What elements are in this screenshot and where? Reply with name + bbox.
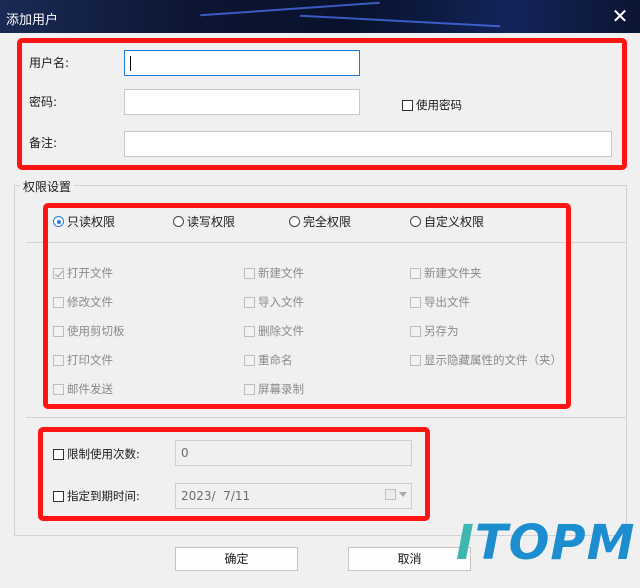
note-label: 备注: (29, 136, 58, 150)
expire-label: 指定到期时间: (67, 489, 140, 503)
checkbox-icon (410, 325, 421, 337)
ok-button[interactable]: 确定 (175, 547, 298, 571)
radio-full[interactable]: 完全权限 (289, 213, 351, 230)
checkbox-icon (53, 383, 64, 395)
checkbox-icon (53, 448, 64, 460)
checkbox-icon (53, 325, 64, 337)
checkbox-icon (244, 296, 255, 308)
checkbox-new-file[interactable]: 新建文件 (244, 265, 304, 281)
group-border-left (14, 185, 15, 535)
checkbox-modify-file[interactable]: 修改文件 (53, 294, 113, 310)
checkbox-icon (410, 267, 421, 279)
password-label: 密码: (29, 95, 58, 109)
radio-full-label: 完全权限 (303, 215, 352, 229)
dialog-body: 用户名: 密码: 使用密码 备注: 权限设置 只读权限 读写权限 完全权限 自定… (0, 33, 640, 588)
cancel-button[interactable]: 取消 (348, 547, 471, 571)
checkbox-icon (53, 267, 64, 279)
watermark-letters: TOPM (474, 515, 636, 571)
limits-separator (26, 417, 626, 418)
radio-readwrite[interactable]: 读写权限 (173, 213, 235, 230)
radio-readwrite-label: 读写权限 (187, 215, 236, 229)
checkbox-icon (244, 325, 255, 337)
limit-count-checkbox[interactable]: 限制使用次数: (53, 446, 140, 462)
checkbox-icon (410, 296, 421, 308)
radio-readonly[interactable]: 只读权限 (53, 213, 115, 230)
title-decoration (300, 14, 500, 28)
save-as-label: 另存为 (424, 324, 459, 338)
group-border-top (14, 185, 626, 186)
radio-custom-label: 自定义权限 (424, 215, 485, 229)
mail-label: 邮件发送 (67, 382, 113, 396)
password-input[interactable] (124, 89, 360, 115)
new-folder-label: 新建文件夹 (424, 266, 482, 280)
checkbox-new-folder[interactable]: 新建文件夹 (410, 265, 482, 281)
open-file-label: 打开文件 (67, 266, 113, 280)
clipboard-label: 使用剪切板 (67, 324, 125, 338)
permission-group-title: 权限设置 (20, 178, 75, 195)
text-caret (130, 56, 131, 71)
radio-icon (289, 216, 300, 227)
expire-checkbox[interactable]: 指定到期时间: (53, 488, 140, 504)
radio-icon (53, 216, 64, 227)
checkbox-icon (53, 490, 64, 502)
date-dropdown-button[interactable] (385, 489, 407, 500)
group-border-right (626, 185, 627, 535)
import-file-label: 导入文件 (258, 295, 304, 309)
checkbox-save-as[interactable]: 另存为 (410, 323, 459, 339)
new-file-label: 新建文件 (258, 266, 304, 280)
checkbox-show-hidden[interactable]: 显示隐藏属性的文件（夹） (410, 352, 562, 368)
checkbox-clipboard[interactable]: 使用剪切板 (53, 323, 125, 339)
chevron-down-icon (399, 492, 407, 497)
checkbox-mail[interactable]: 邮件发送 (53, 381, 113, 397)
limit-count-value: 0 (181, 446, 189, 460)
modify-file-label: 修改文件 (67, 295, 113, 309)
expire-date-value: 2023/ 7/11 (181, 489, 251, 503)
username-label: 用户名: (29, 56, 70, 70)
checkbox-icon (244, 383, 255, 395)
radio-custom[interactable]: 自定义权限 (410, 213, 484, 230)
checkbox-icon (410, 354, 421, 366)
checkbox-print-file[interactable]: 打印文件 (53, 352, 113, 368)
print-file-label: 打印文件 (67, 353, 113, 367)
rename-label: 重命名 (258, 353, 293, 367)
itopm-watermark-logo: ITOPM (456, 515, 635, 571)
note-input[interactable] (124, 131, 612, 157)
delete-file-label: 删除文件 (258, 324, 304, 338)
radio-icon (173, 216, 184, 227)
permission-separator (26, 242, 626, 243)
use-password-checkbox[interactable]: 使用密码 (402, 97, 462, 113)
watermark-letter-i: I (456, 515, 475, 571)
radio-icon (410, 216, 421, 227)
title-decoration (200, 1, 380, 17)
checkbox-icon (402, 99, 413, 111)
checkbox-icon (244, 354, 255, 366)
highlight-box-permissions (43, 203, 571, 409)
calendar-checkbox-icon (385, 489, 396, 500)
checkbox-screen-record[interactable]: 屏幕录制 (244, 381, 304, 397)
title-bar: 添加用户 ✕ (0, 0, 640, 33)
checkbox-icon (53, 296, 64, 308)
limit-count-input[interactable]: 0 (175, 440, 412, 466)
window-title: 添加用户 (6, 13, 59, 28)
use-password-label: 使用密码 (416, 98, 462, 112)
screen-record-label: 屏幕录制 (258, 382, 304, 396)
checkbox-delete-file[interactable]: 删除文件 (244, 323, 304, 339)
radio-readonly-label: 只读权限 (67, 215, 116, 229)
checkbox-import-file[interactable]: 导入文件 (244, 294, 304, 310)
export-file-label: 导出文件 (424, 295, 470, 309)
username-input[interactable] (124, 50, 360, 76)
expire-date-picker[interactable]: 2023/ 7/11 (175, 483, 412, 509)
limit-count-label: 限制使用次数: (67, 447, 140, 461)
checkbox-open-file[interactable]: 打开文件 (53, 265, 113, 281)
show-hidden-label: 显示隐藏属性的文件（夹） (424, 353, 562, 367)
checkbox-icon (244, 267, 255, 279)
checkbox-export-file[interactable]: 导出文件 (410, 294, 470, 310)
close-icon[interactable]: ✕ (600, 0, 640, 33)
checkbox-rename[interactable]: 重命名 (244, 352, 293, 368)
checkbox-icon (53, 354, 64, 366)
